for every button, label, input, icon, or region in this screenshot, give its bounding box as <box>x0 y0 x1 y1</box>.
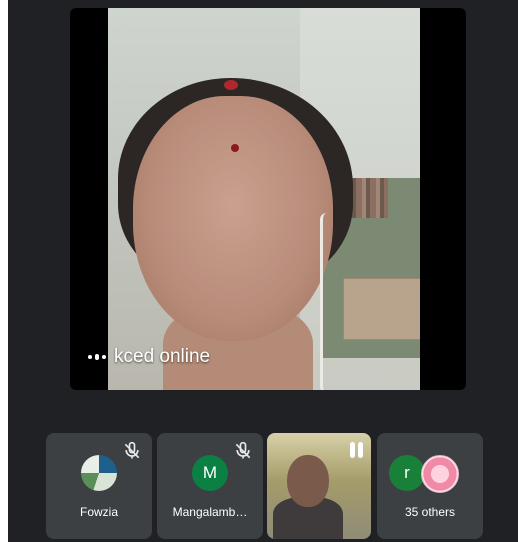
audio-level-icon <box>88 354 106 360</box>
main-speaker-video <box>108 8 420 390</box>
audio-level-icon <box>350 442 363 458</box>
participant-name: Mangalamb… <box>172 505 248 519</box>
mic-off-icon <box>235 441 251 459</box>
participant-tile-mangalamb[interactable]: M Mangalamb… <box>157 433 263 539</box>
avatar: M <box>192 455 228 491</box>
avatar <box>81 455 117 491</box>
participant-tile-video[interactable] <box>267 433 371 539</box>
avatar <box>421 455 459 493</box>
participant-name: Fowzia <box>79 505 118 519</box>
main-speaker-tile[interactable]: kced online <box>70 8 466 390</box>
others-count: 35 others <box>404 505 456 519</box>
main-speaker-name: kced online <box>114 346 211 367</box>
participant-tile-others[interactable]: r 35 others <box>377 433 483 539</box>
avatar: r <box>389 455 425 491</box>
meeting-screen: kced online Fowzia M Mangalamb… r 35 oth… <box>8 0 518 542</box>
main-speaker-label: kced online <box>88 346 210 368</box>
mic-off-icon <box>124 441 140 459</box>
participant-tile-fowzia[interactable]: Fowzia <box>46 433 152 539</box>
